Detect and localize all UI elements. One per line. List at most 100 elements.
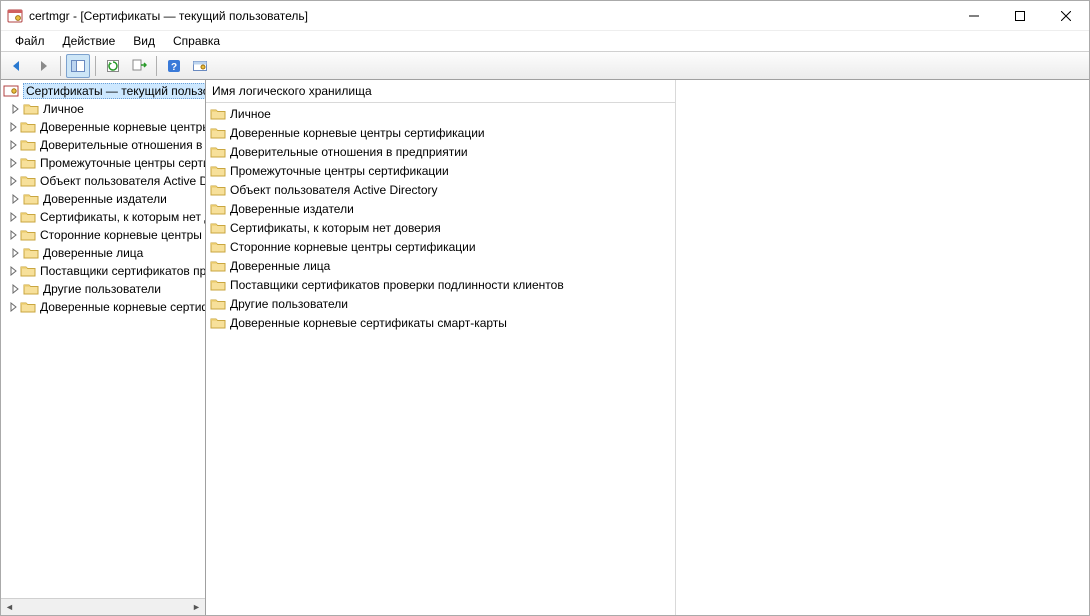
folder-icon [20, 155, 36, 171]
toolbar: ? [1, 52, 1089, 80]
list-item-label: Доверенные издатели [230, 202, 354, 216]
maximize-button[interactable] [997, 1, 1043, 30]
menu-file[interactable]: Файл [7, 32, 53, 50]
tree-item[interactable]: Сторонние корневые центры сертификации [1, 226, 205, 244]
list-main-column: Имя логического хранилища Личное Доверенн… [206, 80, 676, 615]
list-item-label: Сертификаты, к которым нет доверия [230, 221, 441, 235]
list-item[interactable]: Объект пользователя Active Directory [206, 180, 675, 199]
tree-root[interactable]: Сертификаты — текущий пользователь [1, 82, 205, 100]
tree-pane: Сертификаты — текущий пользователь Лично… [1, 80, 206, 615]
folder-icon [210, 125, 226, 141]
tree-item[interactable]: Доверительные отношения в предприятии [1, 136, 205, 154]
certificates-icon[interactable] [188, 54, 212, 78]
scroll-right-button[interactable]: ► [188, 599, 205, 615]
tree-item[interactable]: Объект пользователя Active Directory [1, 172, 205, 190]
folder-icon [210, 315, 226, 331]
expand-icon[interactable] [9, 211, 18, 223]
folder-icon [23, 191, 39, 207]
tree-item-label: Сертификаты, к которым нет доверия [40, 210, 205, 224]
expand-icon[interactable] [9, 139, 18, 151]
list-item[interactable]: Личное [206, 104, 675, 123]
folder-icon [210, 220, 226, 236]
tree-item-label: Доверенные издатели [43, 192, 167, 206]
expand-icon[interactable] [9, 193, 21, 205]
list-pane: Имя логического хранилища Личное Доверенн… [206, 80, 1089, 615]
folder-icon [20, 209, 36, 225]
column-header[interactable]: Имя логического хранилища [206, 80, 675, 103]
show-hide-tree-button[interactable] [66, 54, 90, 78]
certificates-root-icon [3, 83, 19, 99]
tree-item-label: Доверительные отношения в предприятии [40, 138, 205, 152]
list-item-label: Промежуточные центры сертификации [230, 164, 449, 178]
minimize-button[interactable] [951, 1, 997, 30]
tree-item-label: Промежуточные центры сертификации [40, 156, 205, 170]
folder-icon [23, 101, 39, 117]
tree-item[interactable]: Другие пользователи [1, 280, 205, 298]
column-header-label: Имя логического хранилища [212, 84, 372, 98]
tree-item[interactable]: Личное [1, 100, 205, 118]
tree-item[interactable]: Доверенные лица [1, 244, 205, 262]
list-item-label: Объект пользователя Active Directory [230, 183, 438, 197]
tree-item-label: Доверенные лица [43, 246, 143, 260]
expand-icon[interactable] [9, 265, 18, 277]
window-controls [951, 1, 1089, 30]
expand-icon[interactable] [9, 283, 21, 295]
horizontal-scrollbar[interactable]: ◄ ► [1, 598, 205, 615]
folder-icon [210, 296, 226, 312]
menu-view[interactable]: Вид [125, 32, 163, 50]
list-item[interactable]: Доверительные отношения в предприятии [206, 142, 675, 161]
tree-item[interactable]: Поставщики сертификатов проверки подлинн… [1, 262, 205, 280]
list-item[interactable]: Доверенные издатели [206, 199, 675, 218]
folder-icon [210, 182, 226, 198]
folder-icon [210, 106, 226, 122]
list-item[interactable]: Поставщики сертификатов проверки подлинн… [206, 275, 675, 294]
folder-icon [210, 258, 226, 274]
expand-icon[interactable] [9, 229, 18, 241]
scroll-left-button[interactable]: ◄ [1, 599, 18, 615]
folder-icon [20, 119, 36, 135]
back-button[interactable] [5, 54, 29, 78]
folder-icon [20, 263, 36, 279]
tree-body[interactable]: Сертификаты — текущий пользователь Лично… [1, 80, 205, 598]
refresh-button[interactable] [101, 54, 125, 78]
folder-icon [23, 281, 39, 297]
tree-item[interactable]: Доверенные корневые центры сертификации [1, 118, 205, 136]
tree-item-label: Доверенные корневые центры сертификации [40, 120, 205, 134]
expand-icon[interactable] [9, 103, 21, 115]
list-item[interactable]: Промежуточные центры сертификации [206, 161, 675, 180]
scroll-track[interactable] [18, 599, 188, 615]
tree-item-label: Другие пользователи [43, 282, 161, 296]
toolbar-separator [156, 56, 157, 76]
folder-icon [20, 173, 36, 189]
folder-icon [210, 239, 226, 255]
folder-icon [20, 137, 36, 153]
tree-item[interactable]: Доверенные корневые сертификаты смарт-ка… [1, 298, 205, 316]
list-item-label: Доверенные корневые центры сертификации [230, 126, 485, 140]
expand-icon[interactable] [9, 175, 18, 187]
menu-action[interactable]: Действие [55, 32, 124, 50]
list-item[interactable]: Доверенные корневые центры сертификации [206, 123, 675, 142]
list-item[interactable]: Доверенные лица [206, 256, 675, 275]
list-body[interactable]: Личное Доверенные корневые центры сертифи… [206, 103, 675, 332]
expand-icon[interactable] [9, 247, 21, 259]
tree-item[interactable]: Промежуточные центры сертификации [1, 154, 205, 172]
expand-icon[interactable] [9, 157, 18, 169]
tree-item[interactable]: Доверенные издатели [1, 190, 205, 208]
close-button[interactable] [1043, 1, 1089, 30]
svg-text:?: ? [171, 62, 177, 73]
list-item[interactable]: Сертификаты, к которым нет доверия [206, 218, 675, 237]
list-item[interactable]: Другие пользователи [206, 294, 675, 313]
help-button[interactable]: ? [162, 54, 186, 78]
tree-item[interactable]: Сертификаты, к которым нет доверия [1, 208, 205, 226]
expand-icon[interactable] [9, 121, 18, 133]
expand-icon[interactable] [9, 301, 18, 313]
tree-item-label: Личное [43, 102, 84, 116]
list-item[interactable]: Сторонние корневые центры сертификации [206, 237, 675, 256]
content-area: Сертификаты — текущий пользователь Лично… [1, 80, 1089, 615]
export-list-button[interactable] [127, 54, 151, 78]
forward-button[interactable] [31, 54, 55, 78]
window-title: certmgr - [Сертификаты — текущий пользов… [29, 9, 308, 23]
menu-help[interactable]: Справка [165, 32, 228, 50]
list-item-label: Личное [230, 107, 271, 121]
list-item[interactable]: Доверенные корневые сертификаты смарт-ка… [206, 313, 675, 332]
